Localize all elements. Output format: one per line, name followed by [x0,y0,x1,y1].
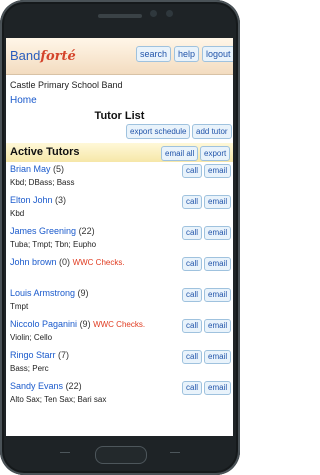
logout-button[interactable]: logout [202,46,233,62]
phone-frame: Bandforté search help logout Castle Prim… [0,0,240,475]
student-count: (9) [77,288,89,298]
school-name: Castle Primary School Band [10,80,123,90]
help-button[interactable]: help [174,46,200,62]
home-button[interactable] [95,446,147,464]
tutor-instruments: Kbd; DBass; Bass [10,178,75,187]
student-count: (0) [59,257,71,267]
tutor-name-link[interactable]: John brown [10,257,57,267]
tutor-instruments: Tuba; Tmpt; Tbn; Eupho [10,240,97,249]
sensor [166,10,173,17]
tutor-instruments: Violin; Cello [10,333,53,342]
call-button[interactable]: call [182,226,203,240]
email-button[interactable]: email [204,195,232,209]
export-schedule-button[interactable]: export schedule [126,124,191,139]
tutor-name-link[interactable]: Ringo Starr [10,350,56,360]
student-count: (3) [55,195,67,205]
tutor-list: Brian May (5) Kbd; DBass; Bass call emai… [6,162,233,410]
student-count: (9) [79,319,91,329]
tutor-instruments: Bass; Perc [10,364,49,373]
tutor-instruments: Alto Sax; Ten Sax; Bari sax [10,395,107,404]
app-header: Bandforté search help logout [6,38,233,75]
tutor-name-link[interactable]: Brian May [10,164,51,174]
wwc-warning: WWC Checks. [72,258,125,267]
email-button[interactable]: email [204,288,232,302]
tutor-instruments: Kbd [10,209,25,218]
export-button[interactable]: export [200,146,231,161]
tutor-name-link[interactable]: Louis Armstrong [10,288,75,298]
page-title: Tutor List [94,110,145,122]
list-item: Brian May (5) Kbd; DBass; Bass call emai… [6,162,233,193]
list-item: Sandy Evans (22) Alto Sax; Ten Sax; Bari… [6,379,233,410]
section-title: Active Tutors [10,146,80,158]
call-button[interactable]: call [182,350,203,364]
recent-apps-key[interactable] [60,452,70,457]
list-item: James Greening (22) Tuba; Tmpt; Tbn; Eup… [6,224,233,255]
email-button[interactable]: email [204,164,232,178]
email-button[interactable]: email [204,350,232,364]
call-button[interactable]: call [182,195,203,209]
list-item: Elton John (3) Kbd call email [6,193,233,224]
call-button[interactable]: call [182,381,203,395]
tutor-instruments: Tmpt [10,302,29,311]
bandforte-logo[interactable]: Bandforté [10,48,76,64]
list-item: Louis Armstrong (9) Tmpt call email [6,286,233,317]
logo-text-forte: forté [40,49,76,64]
email-button[interactable]: email [204,381,232,395]
search-button[interactable]: search [136,46,172,62]
call-button[interactable]: call [182,288,203,302]
speaker-grille [98,14,142,18]
action-buttons: export schedule add tutor [6,124,233,140]
email-button[interactable]: email [204,226,232,240]
add-tutor-button[interactable]: add tutor [192,124,232,139]
call-button[interactable]: call [182,257,203,271]
call-button[interactable]: call [182,164,203,178]
list-item: Niccolo Paganini (9) WWC Checks. Violin;… [6,317,233,348]
tutor-name-link[interactable]: Niccolo Paganini [10,319,77,329]
student-count: (7) [58,350,70,360]
logo-text-band: Band [10,48,41,63]
list-item: Ringo Starr (7) Bass; Perc call email [6,348,233,379]
student-count: (22) [65,381,82,391]
front-camera [150,10,157,17]
call-button[interactable]: call [182,319,203,333]
email-button[interactable]: email [204,319,232,333]
tutor-name-link[interactable]: Sandy Evans [10,381,63,391]
student-count: (5) [53,164,65,174]
tutor-name-link[interactable]: Elton John [10,195,53,205]
wwc-warning: WWC Checks. [93,320,146,329]
student-count: (22) [78,226,95,236]
list-item: John brown (0) WWC Checks. call email [6,255,233,286]
tutor-name-link[interactable]: James Greening [10,226,76,236]
active-tutors-header: Active Tutors email all export [6,143,233,162]
email-button[interactable]: email [204,257,232,271]
home-link[interactable]: Home [6,93,233,108]
back-key[interactable] [170,452,180,457]
screen: Bandforté search help logout Castle Prim… [6,38,233,436]
email-all-button[interactable]: email all [161,146,199,161]
